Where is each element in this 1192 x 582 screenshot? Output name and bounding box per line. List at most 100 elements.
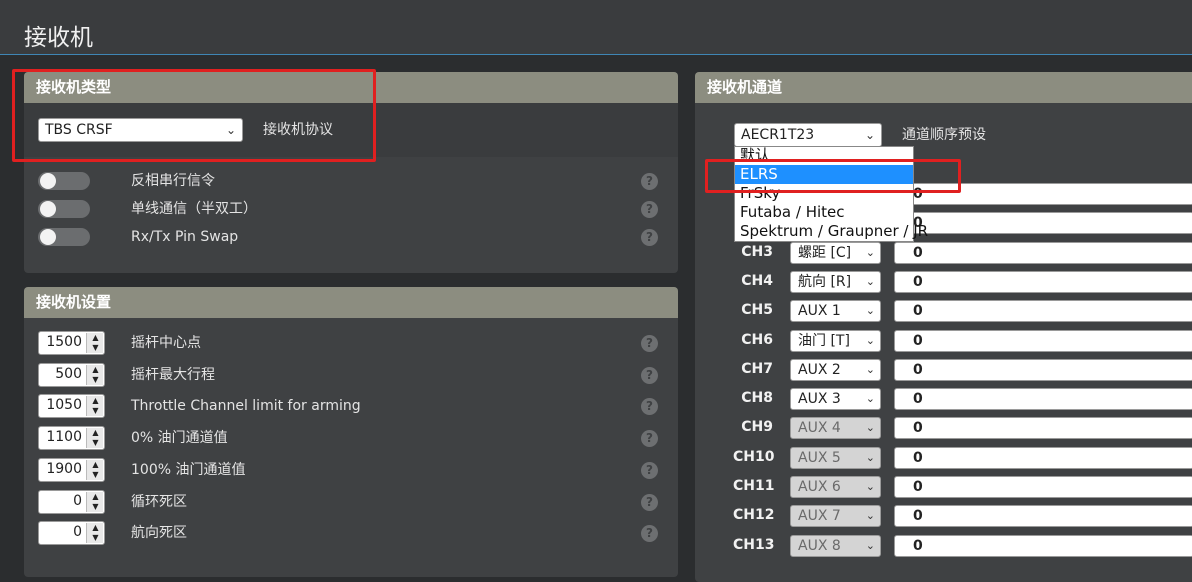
setting-label: 摇杆最大行程 bbox=[131, 366, 215, 383]
channel-source-select[interactable]: 油门 [T] ⌄ bbox=[790, 329, 881, 352]
setting-label: 100% 油门通道值 bbox=[131, 461, 246, 478]
toggle-switch[interactable] bbox=[38, 172, 90, 190]
page-title: 接收机 bbox=[24, 25, 93, 51]
help-icon[interactable]: ? bbox=[641, 229, 658, 246]
chevron-down-icon: ⌄ bbox=[865, 304, 875, 318]
channel-value-input[interactable]: 0 bbox=[894, 329, 1192, 352]
number-spinner[interactable]: 1100 ▲ ▼ bbox=[38, 426, 105, 451]
chevron-down-icon: ⌄ bbox=[865, 245, 875, 259]
channel-value-input[interactable]: 0 bbox=[894, 270, 1192, 293]
setting-label: 循环死区 bbox=[131, 493, 187, 510]
channel-source-select[interactable]: AUX 5 ⌄ bbox=[790, 446, 881, 469]
help-icon[interactable]: ? bbox=[641, 201, 658, 218]
channel-value-input[interactable]: 0 bbox=[894, 417, 1192, 440]
channel-source-select[interactable]: AUX 3 ⌄ bbox=[790, 388, 881, 411]
spin-up-icon[interactable]: ▲ bbox=[87, 428, 104, 438]
spin-down-icon[interactable]: ▼ bbox=[87, 533, 104, 543]
dropdown-option[interactable]: Futaba / Hitec bbox=[735, 203, 913, 222]
number-spinner[interactable]: 500 ▲ ▼ bbox=[38, 362, 105, 387]
help-icon[interactable]: ? bbox=[641, 173, 658, 190]
number-spinner[interactable]: 0 ▲ ▼ bbox=[38, 521, 105, 546]
channel-label: CH11 bbox=[733, 478, 775, 494]
channel-value-input[interactable]: 0 bbox=[894, 534, 1192, 557]
spin-down-icon[interactable]: ▼ bbox=[87, 406, 104, 416]
channel-source-select[interactable]: AUX 1 ⌄ bbox=[790, 300, 881, 323]
spinner-value: 1500 bbox=[46, 334, 82, 350]
channel-value-input[interactable]: 0 bbox=[894, 212, 1192, 235]
channel-source-select[interactable]: AUX 7 ⌄ bbox=[790, 505, 881, 528]
spin-down-icon[interactable]: ▼ bbox=[87, 470, 104, 480]
channel-source-value: AUX 4 bbox=[798, 420, 841, 437]
spinner-buttons: ▲ ▼ bbox=[86, 364, 104, 385]
help-icon[interactable]: ? bbox=[641, 493, 658, 511]
channel-source-select[interactable]: AUX 6 ⌄ bbox=[790, 476, 881, 498]
channel-source-value: 螺距 [C] bbox=[798, 244, 852, 261]
chevron-down-icon: ⌄ bbox=[864, 128, 875, 142]
spinner-buttons: ▲ ▼ bbox=[86, 491, 104, 512]
spinner-value: 1900 bbox=[46, 460, 82, 477]
toggle-knob bbox=[40, 173, 56, 189]
spin-up-icon[interactable]: ▲ bbox=[87, 460, 104, 470]
channel-value-input[interactable]: 0 bbox=[894, 505, 1192, 528]
spin-up-icon[interactable]: ▲ bbox=[87, 396, 104, 406]
setting-label: 摇杆中心点 bbox=[131, 335, 201, 351]
help-icon[interactable]: ? bbox=[641, 335, 658, 352]
number-spinner[interactable]: 1050 ▲ ▼ bbox=[38, 394, 105, 419]
receiver-settings-panel: 接收机设置 1500 ▲ ▼ 摇杆中心点? 500 ▲ ▼ 摇杆最大行程? 1050 ▲ ▼ Thro… bbox=[24, 287, 678, 577]
channel-source-select[interactable]: 航向 [R] ⌄ bbox=[790, 270, 881, 293]
number-spinner[interactable]: 1900 ▲ ▼ bbox=[38, 457, 105, 482]
toggle-label: 反相串行信令 bbox=[131, 173, 215, 189]
channel-map-label: 通道顺序预设 bbox=[902, 127, 986, 143]
toggle-switch[interactable] bbox=[38, 228, 90, 246]
channel-source-select[interactable]: AUX 4 ⌄ bbox=[790, 417, 881, 440]
spin-up-icon[interactable]: ▲ bbox=[87, 523, 104, 533]
setting-label: 航向死区 bbox=[131, 525, 187, 542]
channel-label: CH5 bbox=[741, 302, 773, 319]
receiver-settings-heading: 接收机设置 bbox=[24, 287, 678, 318]
channel-value-input[interactable]: 0 bbox=[894, 241, 1192, 264]
help-icon[interactable]: ? bbox=[641, 398, 658, 416]
spin-up-icon[interactable]: ▲ bbox=[87, 365, 104, 375]
channel-source-select[interactable]: 螺距 [C] ⌄ bbox=[790, 241, 881, 264]
channel-value-input[interactable]: 0 bbox=[894, 388, 1192, 411]
spinner-value: 0 bbox=[73, 524, 82, 541]
channel-value-input[interactable]: 0 bbox=[894, 358, 1192, 381]
channel-value-input[interactable]: 0 bbox=[894, 476, 1192, 498]
spinner-value: 500 bbox=[55, 365, 82, 382]
number-spinner[interactable]: 0 ▲ ▼ bbox=[38, 489, 105, 514]
receiver-type-highlight-box bbox=[12, 69, 376, 162]
number-spinner[interactable]: 1500 ▲ ▼ bbox=[38, 331, 105, 355]
channel-source-value: 油门 [T] bbox=[798, 332, 850, 349]
spin-down-icon[interactable]: ▼ bbox=[87, 438, 104, 448]
chevron-down-icon: ⌄ bbox=[865, 333, 875, 347]
channel-source-select[interactable]: AUX 2 ⌄ bbox=[790, 358, 881, 381]
channel-source-select[interactable]: AUX 8 ⌄ bbox=[790, 534, 881, 557]
help-icon[interactable]: ? bbox=[641, 525, 658, 543]
help-icon[interactable]: ? bbox=[641, 366, 658, 384]
chevron-down-icon: ⌄ bbox=[865, 421, 875, 435]
spin-up-icon[interactable]: ▲ bbox=[87, 333, 104, 343]
channel-label: CH4 bbox=[741, 272, 773, 289]
spinner-buttons: ▲ ▼ bbox=[86, 396, 104, 417]
spinner-value: 1100 bbox=[46, 429, 82, 446]
channel-label: CH9 bbox=[741, 419, 773, 436]
chevron-down-icon: ⌄ bbox=[865, 392, 875, 406]
spinner-buttons: ▲ ▼ bbox=[86, 459, 104, 480]
spin-down-icon[interactable]: ▼ bbox=[87, 375, 104, 385]
toggle-knob bbox=[40, 201, 56, 217]
channel-source-value: AUX 3 bbox=[798, 391, 841, 408]
chevron-down-icon: ⌄ bbox=[865, 538, 875, 552]
spin-down-icon[interactable]: ▼ bbox=[87, 343, 104, 353]
spin-up-icon[interactable]: ▲ bbox=[87, 492, 104, 502]
dropdown-option[interactable]: Spektrum / Graupner / JR bbox=[735, 222, 928, 241]
channel-source-value: AUX 1 bbox=[798, 303, 841, 320]
help-icon[interactable]: ? bbox=[641, 430, 658, 448]
channel-value-input[interactable]: 0 bbox=[894, 446, 1192, 469]
channel-label: CH7 bbox=[741, 360, 773, 377]
channel-map-select[interactable]: AECR1T23 ⌄ bbox=[734, 123, 882, 147]
help-icon[interactable]: ? bbox=[641, 461, 658, 479]
spin-down-icon[interactable]: ▼ bbox=[87, 502, 104, 512]
toggle-switch[interactable] bbox=[38, 200, 90, 218]
channel-value-input[interactable]: 0 bbox=[894, 300, 1192, 323]
channel-label: CH10 bbox=[733, 448, 775, 465]
